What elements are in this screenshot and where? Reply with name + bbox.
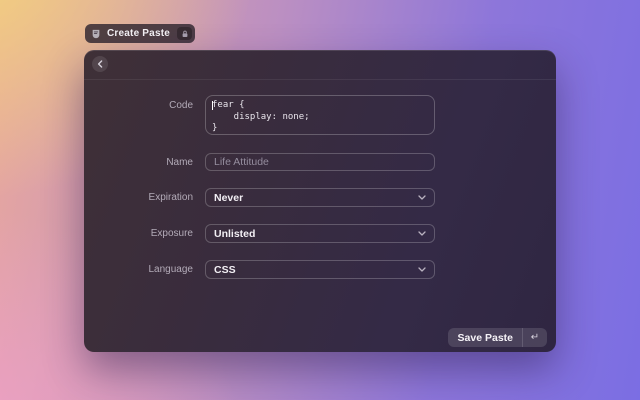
- save-paste-button[interactable]: Save Paste ↵: [448, 328, 547, 347]
- paste-form: Code fear { display: none; } Name Expira…: [84, 95, 556, 279]
- exposure-label: Exposure: [84, 228, 205, 239]
- window-header: [84, 50, 556, 80]
- language-value: CSS: [214, 264, 418, 276]
- code-label: Code: [84, 95, 205, 111]
- desktop-background: { "tab": { "title": "Create Paste" }, "f…: [0, 0, 640, 400]
- exposure-row: Exposure Unlisted: [84, 224, 556, 243]
- name-row: Name: [84, 153, 556, 171]
- pastebin-shield-icon: [91, 29, 101, 39]
- tab-title: Create Paste: [107, 28, 170, 39]
- lock-icon: [181, 30, 189, 38]
- chevron-down-icon: [418, 267, 426, 272]
- code-textarea[interactable]: fear { display: none; }: [205, 95, 435, 135]
- return-key-icon: ↵: [523, 328, 547, 347]
- exposure-value: Unlisted: [214, 228, 418, 240]
- code-row: Code fear { display: none; }: [84, 95, 556, 135]
- expiration-select[interactable]: Never: [205, 188, 435, 207]
- chevron-down-icon: [418, 231, 426, 236]
- chevron-left-icon: [97, 60, 103, 68]
- create-paste-window: Code fear { display: none; } Name Expira…: [84, 50, 556, 352]
- name-label: Name: [84, 157, 205, 168]
- name-input[interactable]: [205, 153, 435, 171]
- code-value: fear { display: none; }: [212, 100, 428, 135]
- chevron-down-icon: [418, 195, 426, 200]
- expiration-value: Never: [214, 192, 418, 204]
- back-button[interactable]: [92, 56, 108, 72]
- expiration-row: Expiration Never: [84, 188, 556, 207]
- language-row: Language CSS: [84, 260, 556, 279]
- language-select[interactable]: CSS: [205, 260, 435, 279]
- expiration-label: Expiration: [84, 192, 205, 203]
- tab-lock-badge: [177, 27, 192, 40]
- exposure-select[interactable]: Unlisted: [205, 224, 435, 243]
- save-paste-label: Save Paste: [458, 332, 513, 344]
- command-tab[interactable]: Create Paste: [85, 24, 195, 43]
- text-caret: [212, 101, 213, 110]
- language-label: Language: [84, 264, 205, 275]
